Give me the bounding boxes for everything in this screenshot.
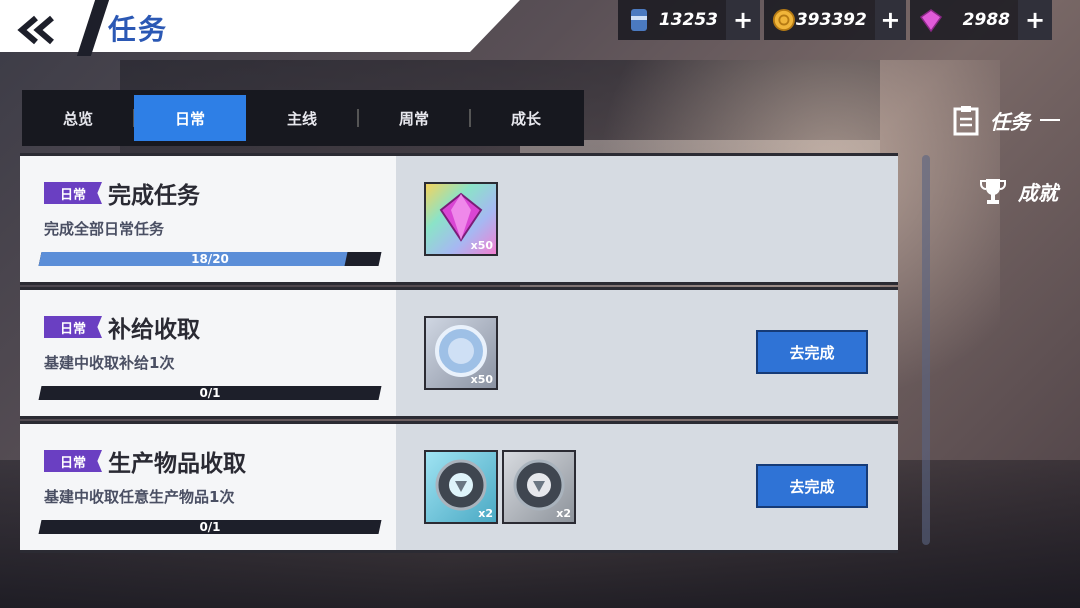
progress-text: 0/1 — [199, 386, 221, 400]
currency-gem: 2988 + — [910, 0, 1052, 40]
reward-item[interactable]: x50 — [424, 182, 498, 256]
currency-coin: 393392 + — [764, 0, 906, 40]
add-coin-button[interactable]: + — [874, 0, 906, 40]
gem-icon — [919, 9, 943, 33]
tab-growth[interactable]: 成长 — [470, 95, 582, 141]
task-card: 日常 完成任务 完成全部日常任务 18/20 x50 — [20, 153, 898, 285]
task-title: 完成任务 — [108, 183, 200, 209]
tab-bar: 总览 日常 主线 周常 成长 — [22, 90, 584, 146]
side-item-tasks-label: 任务 — [990, 109, 1030, 134]
coin-value: 393392 — [795, 10, 867, 30]
task-title: 生产物品收取 — [108, 451, 246, 477]
task-tag: 日常 — [44, 316, 102, 338]
trophy-icon — [980, 179, 1006, 204]
task-card: 日常 补给收取 基建中收取补给1次 0/1 x50 去完成 — [20, 287, 898, 419]
task-tag: 日常 — [44, 182, 102, 204]
task-tag: 日常 — [44, 450, 102, 472]
go-complete-button[interactable]: 去完成 — [756, 330, 868, 374]
page-title: 任务 — [108, 13, 169, 46]
tab-daily[interactable]: 日常 — [134, 95, 246, 141]
back-icon[interactable] — [14, 10, 62, 50]
task-desc: 基建中收取补给1次 — [44, 354, 175, 372]
coin-icon — [772, 8, 795, 32]
reward-item[interactable]: x50 — [424, 316, 498, 390]
task-card: 日常 生产物品收取 基建中收取任意生产物品1次 0/1 x2 x2 去完成 — [20, 421, 898, 553]
side-item-tasks[interactable]: 任务 — [952, 104, 1060, 136]
reward-qty: x50 — [470, 373, 493, 386]
task-title: 补给收取 — [108, 317, 200, 343]
side-item-achievements-label: 成就 — [1018, 180, 1058, 205]
side-item-achievements[interactable]: 成就 — [978, 176, 1058, 206]
oil-icon — [631, 9, 647, 31]
reward-qty: x50 — [470, 239, 493, 252]
progress-text: 0/1 — [199, 520, 221, 534]
oil-value: 13253 — [658, 10, 718, 30]
tab-main[interactable]: 主线 — [246, 95, 359, 141]
gem-value: 2988 — [962, 10, 1010, 30]
currency-oil: 13253 + — [618, 0, 760, 40]
reward-item[interactable]: x2 — [424, 450, 498, 524]
add-oil-button[interactable]: + — [726, 0, 760, 40]
go-complete-button[interactable]: 去完成 — [756, 464, 868, 508]
tab-overview[interactable]: 总览 — [22, 95, 135, 141]
clipboard-icon — [953, 106, 979, 136]
tab-weekly[interactable]: 周常 — [358, 95, 471, 141]
header-bar — [0, 0, 520, 52]
task-desc: 基建中收取任意生产物品1次 — [44, 488, 235, 506]
task-desc: 完成全部日常任务 — [44, 220, 165, 238]
add-gem-button[interactable]: + — [1018, 0, 1052, 40]
scrollbar[interactable] — [922, 155, 930, 545]
reward-qty: x2 — [556, 507, 571, 520]
reward-qty: x2 — [478, 507, 493, 520]
progress-text: 18/20 — [191, 252, 229, 266]
reward-item[interactable]: x2 — [502, 450, 576, 524]
